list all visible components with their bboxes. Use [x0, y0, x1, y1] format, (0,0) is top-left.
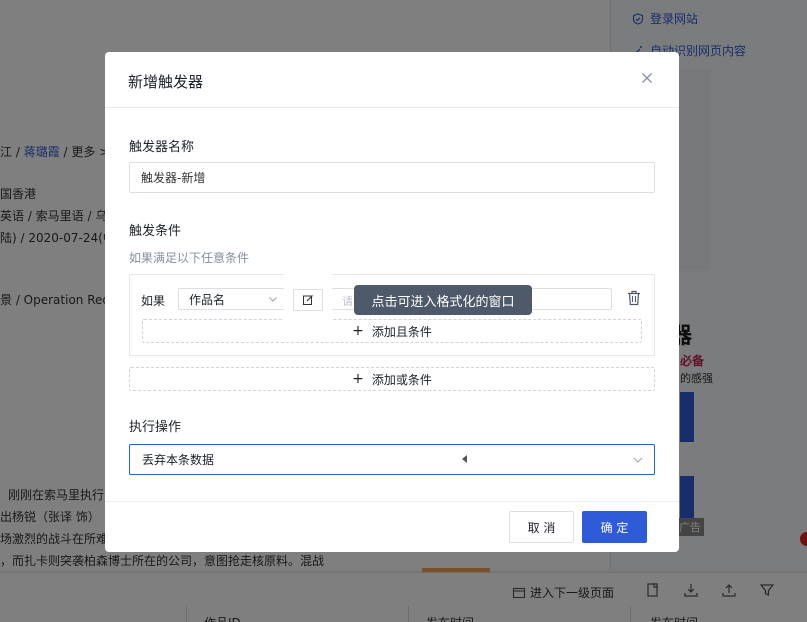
- add-and-condition-button[interactable]: + 添加且条件: [142, 319, 642, 343]
- action-select-value: 丢弃本条数据: [142, 453, 215, 467]
- condition-value-placeholder: 请: [342, 295, 353, 308]
- cancel-button[interactable]: 取 消: [509, 511, 574, 543]
- trigger-name-label: 触发器名称: [129, 140, 195, 155]
- format-tooltip: 点击可进入格式化的窗口: [354, 285, 532, 315]
- trash-icon[interactable]: [627, 290, 641, 306]
- chevron-down-icon: [269, 297, 277, 302]
- spotlight-edit-button[interactable]: [293, 289, 323, 311]
- edit-icon: [303, 295, 313, 305]
- if-label: 如果: [141, 294, 166, 308]
- field-select[interactable]: 作品名: [178, 288, 290, 310]
- confirm-button[interactable]: 确 定: [582, 511, 647, 543]
- conditions-label: 触发条件: [129, 224, 182, 239]
- plus-icon: +: [352, 323, 364, 339]
- chevron-down-icon: [633, 457, 643, 463]
- field-select-value: 作品名: [189, 292, 226, 307]
- action-select[interactable]: 丢弃本条数据: [129, 444, 655, 475]
- spotlight-highlight: [284, 274, 332, 326]
- conditions-hint: 如果满足以下任意条件: [129, 251, 250, 265]
- modal-header: 新增触发器: [105, 52, 679, 108]
- trigger-name-input[interactable]: 触发器-新增: [129, 162, 655, 193]
- trigger-name-value: 触发器-新增: [141, 171, 206, 185]
- plus-icon: +: [352, 371, 364, 387]
- modal-title: 新增触发器: [128, 73, 204, 91]
- text-cursor-caret: [462, 455, 467, 463]
- add-or-condition-button[interactable]: + 添加或条件: [129, 367, 655, 391]
- action-label: 执行操作: [129, 420, 182, 435]
- add-and-label: 添加且条件: [371, 324, 432, 339]
- close-icon[interactable]: [639, 70, 655, 86]
- add-or-label: 添加或条件: [371, 372, 432, 387]
